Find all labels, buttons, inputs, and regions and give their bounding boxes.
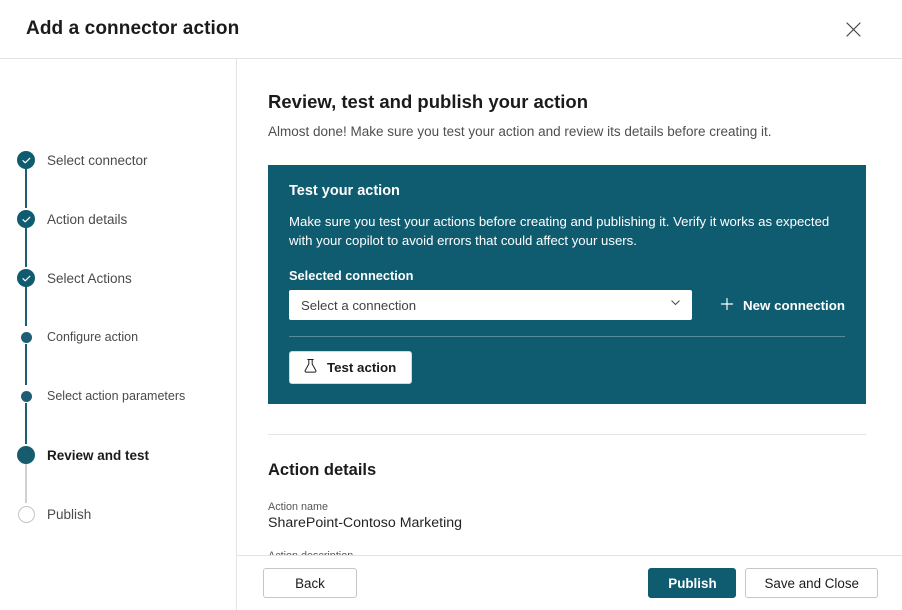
dot-icon xyxy=(21,391,32,402)
step-connector xyxy=(25,285,27,326)
sidebar-item-select-actions[interactable]: Select Actions xyxy=(0,267,236,289)
step-marker-done xyxy=(16,209,36,229)
detail-action-name: Action name SharePoint-Contoso Marketing xyxy=(268,501,866,531)
filled-circle-icon xyxy=(17,446,35,464)
test-action-button[interactable]: Test action xyxy=(289,351,412,384)
sidebar-item-label: Publish xyxy=(47,507,91,522)
sidebar-item-label: Select action parameters xyxy=(47,389,185,403)
sidebar-item-review-and-test[interactable]: Review and test xyxy=(0,444,236,466)
new-connection-label: New connection xyxy=(743,298,845,313)
selected-connection-label: Selected connection xyxy=(289,268,845,283)
sidebar-item-label: Action details xyxy=(47,212,127,227)
step-connector xyxy=(25,344,27,385)
connection-select[interactable]: Select a connection xyxy=(289,290,692,320)
sidebar-item-select-action-parameters[interactable]: Select action parameters xyxy=(0,385,236,407)
dialog-body: Select connector Action details xyxy=(0,58,902,610)
step-connector xyxy=(25,167,27,208)
action-details-title: Action details xyxy=(268,461,866,480)
detail-value: SharePoint-Contoso Marketing xyxy=(268,515,866,531)
step-connector xyxy=(25,403,27,444)
back-button[interactable]: Back xyxy=(263,568,357,598)
test-card-description: Make sure you test your actions before c… xyxy=(289,213,845,250)
card-divider xyxy=(289,336,845,337)
dialog-footer: Back Publish Save and Close xyxy=(237,555,902,610)
dialog-header: Add a connector action xyxy=(0,0,902,58)
beaker-icon xyxy=(303,358,318,377)
sidebar-item-action-details[interactable]: Action details xyxy=(0,208,236,230)
step-connector xyxy=(25,226,27,267)
footer-actions: Publish Save and Close xyxy=(648,568,878,598)
sidebar-item-configure-action[interactable]: Configure action xyxy=(0,326,236,348)
step-marker-done xyxy=(16,150,36,170)
sidebar-item-label: Configure action xyxy=(47,330,138,344)
main-content: Review, test and publish your action Alm… xyxy=(237,59,902,610)
wizard-steps: Select connector Action details xyxy=(0,149,236,525)
empty-circle-icon xyxy=(18,506,35,523)
test-your-action-card: Test your action Make sure you test your… xyxy=(268,165,866,404)
step-marker-done xyxy=(16,268,36,288)
publish-button[interactable]: Publish xyxy=(648,568,736,598)
connection-row: Select a connection xyxy=(289,290,845,320)
sidebar-item-label: Select Actions xyxy=(47,271,132,286)
test-action-label: Test action xyxy=(327,360,396,375)
step-connector xyxy=(25,462,27,503)
sidebar-item-label: Select connector xyxy=(47,153,148,168)
check-circle-icon xyxy=(17,151,35,169)
check-circle-icon xyxy=(17,269,35,287)
step-marker-current xyxy=(16,445,36,465)
add-connector-action-dialog: Add a connector action xyxy=(0,0,902,610)
main-scroll-area[interactable]: Review, test and publish your action Alm… xyxy=(237,59,902,555)
page-title: Add a connector action xyxy=(26,18,836,40)
wizard-sidebar: Select connector Action details xyxy=(0,59,237,610)
step-marker-pending xyxy=(16,504,36,524)
new-connection-button[interactable]: New connection xyxy=(720,297,845,314)
section-divider xyxy=(268,434,866,435)
dot-icon xyxy=(21,332,32,343)
connection-select-value: Select a connection xyxy=(301,298,669,313)
test-card-title: Test your action xyxy=(289,183,845,199)
close-button[interactable] xyxy=(836,12,870,46)
sidebar-item-label: Review and test xyxy=(47,448,149,463)
section-subheading: Almost done! Make sure you test your act… xyxy=(268,124,866,139)
detail-label: Action name xyxy=(268,501,866,513)
sidebar-item-select-connector[interactable]: Select connector xyxy=(0,149,236,171)
save-and-close-button[interactable]: Save and Close xyxy=(745,568,878,598)
close-icon xyxy=(846,22,861,37)
sidebar-item-publish[interactable]: Publish xyxy=(0,503,236,525)
section-heading: Review, test and publish your action xyxy=(268,91,866,113)
step-marker-dot xyxy=(16,327,36,347)
plus-icon xyxy=(720,297,734,314)
chevron-down-icon xyxy=(669,296,682,314)
check-circle-icon xyxy=(17,210,35,228)
step-marker-dot xyxy=(16,386,36,406)
